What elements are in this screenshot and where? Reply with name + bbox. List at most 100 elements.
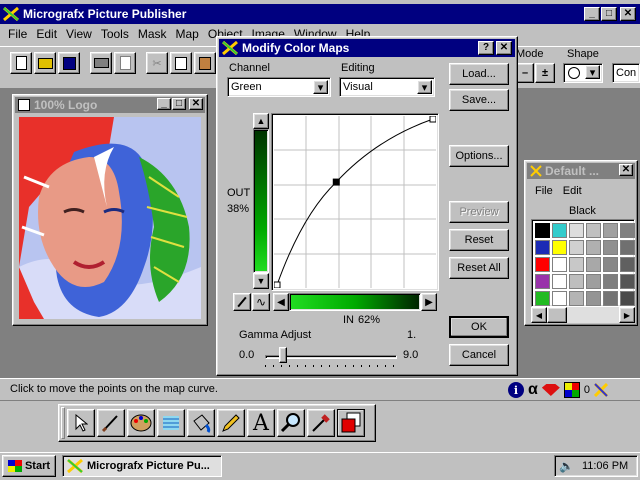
- palette-swatch[interactable]: [603, 291, 618, 306]
- palette-swatch[interactable]: [586, 223, 601, 238]
- grid-color-icon[interactable]: [563, 382, 580, 398]
- editing-select[interactable]: Visual ▾: [339, 77, 435, 97]
- palette-swatch[interactable]: [535, 291, 550, 306]
- channel-select[interactable]: Green ▾: [227, 77, 331, 97]
- options-button[interactable]: Options...: [449, 145, 509, 167]
- palette-swatch[interactable]: [569, 257, 584, 272]
- map-curve-graph[interactable]: [271, 113, 439, 291]
- pencil-tool-button[interactable]: [217, 409, 245, 437]
- palette-swatch[interactable]: [586, 274, 601, 289]
- curve-point-mid[interactable]: [332, 178, 340, 186]
- cut-button[interactable]: ✂: [146, 52, 168, 74]
- dialog-close-button[interactable]: ✕: [496, 41, 512, 55]
- palette-swatch[interactable]: [586, 291, 601, 306]
- brush-tool-button[interactable]: [97, 409, 125, 437]
- palette-swatch[interactable]: [552, 223, 567, 238]
- ok-button[interactable]: OK: [449, 316, 509, 338]
- shape-select[interactable]: ▾: [563, 63, 603, 83]
- menu-view[interactable]: View: [66, 27, 92, 41]
- taskbar-task-picture-publisher[interactable]: Micrografx Picture Pu...: [62, 455, 222, 477]
- logo-image[interactable]: [19, 117, 201, 319]
- palette-swatch[interactable]: [535, 274, 550, 289]
- palette-swatch[interactable]: [535, 240, 550, 255]
- save-button[interactable]: Save...: [449, 89, 509, 111]
- mode-combine-button[interactable]: ±: [535, 63, 555, 83]
- print-preview-button[interactable]: [114, 52, 136, 74]
- open-file-button[interactable]: [34, 52, 56, 74]
- palette-swatch[interactable]: [620, 291, 635, 306]
- maximize-button[interactable]: □: [601, 7, 617, 21]
- print-button[interactable]: [90, 52, 112, 74]
- palette-swatch[interactable]: [552, 291, 567, 306]
- menu-file[interactable]: File: [8, 27, 27, 41]
- paste-button[interactable]: [194, 52, 216, 74]
- palette-swatch[interactable]: [620, 223, 635, 238]
- in-right-button[interactable]: ▶: [421, 293, 437, 311]
- palette-menu-file[interactable]: File: [535, 185, 553, 197]
- palette-swatch[interactable]: [620, 257, 635, 272]
- out-down-button[interactable]: ▼: [253, 273, 269, 289]
- minimize-button[interactable]: _: [584, 7, 600, 21]
- copy-button[interactable]: [170, 52, 192, 74]
- palette-tool-button[interactable]: [127, 409, 155, 437]
- out-up-button[interactable]: ▲: [253, 113, 269, 129]
- speaker-icon[interactable]: 🔈: [559, 459, 574, 473]
- reset-all-button[interactable]: Reset All: [449, 257, 509, 279]
- preview-button[interactable]: Preview: [449, 201, 509, 223]
- palette-swatch[interactable]: [535, 257, 550, 272]
- logo-minimize-button[interactable]: _: [157, 98, 171, 110]
- gamma-slider-thumb[interactable]: [278, 347, 287, 363]
- start-button[interactable]: Start: [2, 455, 56, 477]
- load-button[interactable]: Load...: [449, 63, 509, 85]
- palette-swatch[interactable]: [603, 274, 618, 289]
- palette-scroll-right[interactable]: ▶: [619, 307, 635, 323]
- reset-button[interactable]: Reset: [449, 229, 509, 251]
- palette-swatch[interactable]: [552, 240, 567, 255]
- close-button[interactable]: ✕: [620, 7, 636, 21]
- logo-close-button[interactable]: ✕: [189, 98, 203, 110]
- palette-scrollbar[interactable]: ◀ ▶: [531, 307, 635, 323]
- gamma-slider[interactable]: [265, 345, 397, 367]
- curve-point-start[interactable]: [274, 281, 281, 288]
- palette-swatch[interactable]: [569, 291, 584, 306]
- freehand-curve-button[interactable]: ∿: [252, 293, 270, 311]
- eyedropper-button[interactable]: [233, 293, 251, 311]
- palette-swatch[interactable]: [534, 222, 551, 239]
- palette-menu-edit[interactable]: Edit: [563, 185, 582, 197]
- curve-point-end[interactable]: [429, 116, 436, 123]
- gem-icon[interactable]: [541, 384, 560, 396]
- info-icon[interactable]: i: [508, 382, 524, 398]
- zoom-tool-button[interactable]: [277, 409, 305, 437]
- palette-swatch[interactable]: [603, 240, 618, 255]
- alpha-icon[interactable]: α: [528, 381, 538, 399]
- cancel-button[interactable]: Cancel: [449, 344, 509, 366]
- palette-swatch[interactable]: [569, 223, 584, 238]
- palette-swatch[interactable]: [620, 274, 635, 289]
- mode-subtract-button[interactable]: –: [516, 63, 534, 83]
- logo-maximize-button[interactable]: □: [172, 98, 186, 110]
- palette-swatch[interactable]: [552, 257, 567, 272]
- editing-dropdown-button[interactable]: ▾: [417, 80, 432, 94]
- channel-dropdown-button[interactable]: ▾: [313, 80, 328, 94]
- bucket-tool-button[interactable]: [187, 409, 215, 437]
- palette-swatch[interactable]: [586, 240, 601, 255]
- save-file-button[interactable]: [58, 52, 80, 74]
- menu-mask[interactable]: Mask: [138, 27, 167, 41]
- palette-swatch[interactable]: [552, 274, 567, 289]
- text-tool-button[interactable]: A: [247, 409, 275, 437]
- palette-swatch[interactable]: [586, 257, 601, 272]
- menu-edit[interactable]: Edit: [36, 27, 57, 41]
- palette-swatch[interactable]: [603, 257, 618, 272]
- palette-swatch[interactable]: [569, 240, 584, 255]
- menu-map[interactable]: Map: [176, 27, 199, 41]
- stamp-tool-button[interactable]: [157, 409, 185, 437]
- new-file-button[interactable]: [10, 52, 32, 74]
- palette-swatch[interactable]: [620, 240, 635, 255]
- palette-swatch[interactable]: [569, 274, 584, 289]
- palette-scroll-thumb[interactable]: [547, 307, 567, 323]
- shape-dropdown-button[interactable]: ▾: [585, 65, 600, 79]
- dialog-help-button[interactable]: ?: [478, 41, 494, 55]
- in-left-button[interactable]: ◀: [273, 293, 289, 311]
- menu-tools[interactable]: Tools: [101, 27, 129, 41]
- palette-swatch[interactable]: [603, 223, 618, 238]
